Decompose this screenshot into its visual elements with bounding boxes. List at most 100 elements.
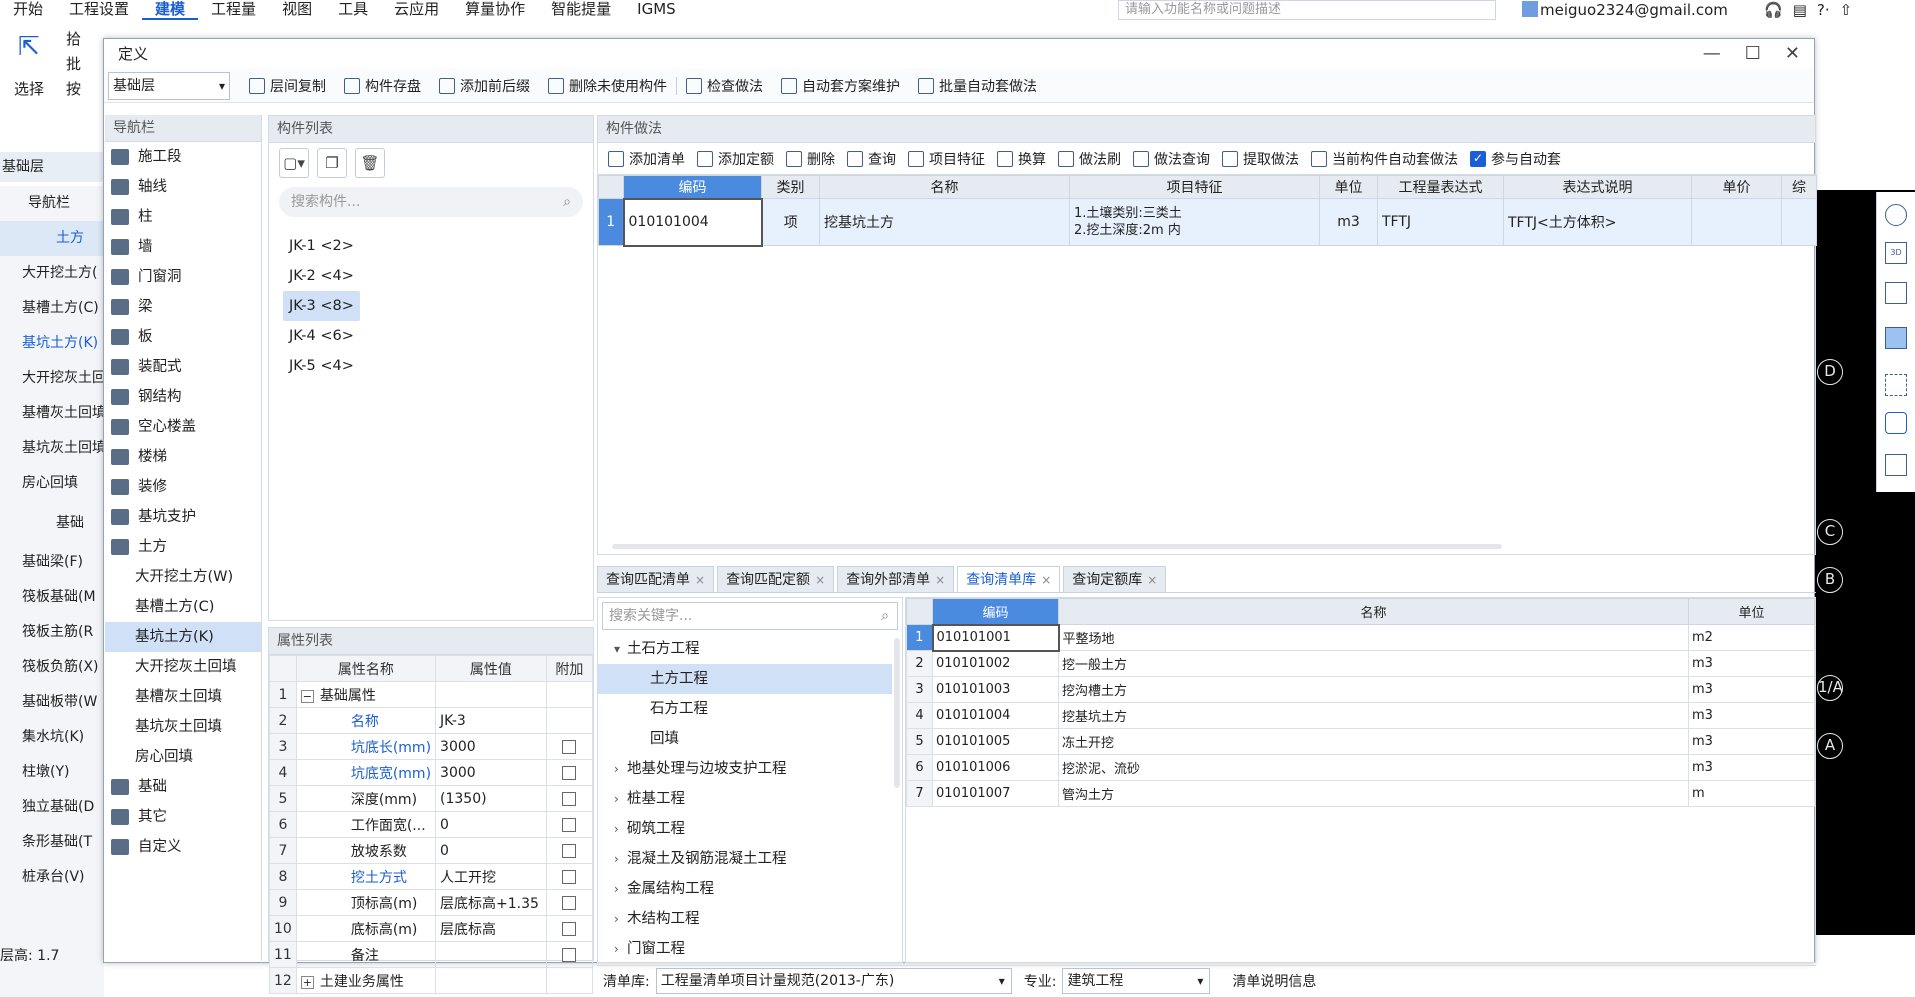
attr-value[interactable] xyxy=(435,941,547,968)
lib-code[interactable]: 010101002 xyxy=(932,650,1059,677)
lib-code[interactable]: 010101005 xyxy=(932,728,1059,755)
method-row[interactable]: 1 010101004 项挖基坑土方 1.土壤类别:三类土 2.挖土深度:2m 内 m3 T… xyxy=(598,197,1817,247)
attribute-row[interactable]: 7 放坡系数 0 xyxy=(269,837,594,864)
tree-node[interactable]: › 门窗工程 xyxy=(598,934,902,964)
tree-toggle-icon[interactable]: › xyxy=(614,814,624,844)
method-toolbar-button[interactable]: 换算 xyxy=(991,145,1052,173)
tab-close-icon[interactable]: × xyxy=(935,573,945,587)
component-item[interactable]: JK-1 <2> xyxy=(283,231,360,261)
ribbon-item-batch[interactable]: 批 xyxy=(66,53,81,74)
headset-icon[interactable]: 🎧 xyxy=(1764,0,1783,20)
tab-close-icon[interactable]: × xyxy=(815,573,825,587)
attr-checkbox[interactable] xyxy=(562,791,577,806)
user-account[interactable]: meiguo2324@gmail.com xyxy=(1522,0,1728,20)
tree-node[interactable]: ▾ 土石方工程 xyxy=(598,634,902,664)
lib-name[interactable]: 挖一般土方 xyxy=(1058,650,1689,677)
delete-component-button[interactable]: 🗑 xyxy=(355,148,385,178)
tree-toggle-icon[interactable]: › xyxy=(614,844,624,874)
bg-nav-item[interactable]: 基础板带(W xyxy=(0,685,104,720)
bg-group-earthwork[interactable]: 土方 xyxy=(0,221,104,256)
library-row[interactable]: 1 010101001 平整场地 m2 xyxy=(906,623,1815,652)
component-item[interactable]: JK-2 <4> xyxy=(283,261,360,291)
library-row[interactable]: 3 010101003 挖沟槽土方 m3 xyxy=(906,676,1815,703)
nav-item[interactable]: 梁 xyxy=(105,292,261,322)
bg-nav-item[interactable]: 集水坑(K) xyxy=(0,720,104,755)
bg-nav-item[interactable]: 基槽灰土回填 xyxy=(0,396,104,431)
bg-nav-item[interactable]: 桩承台(V) xyxy=(0,860,104,895)
tree-node[interactable]: › 地基处理与边坡支护工程 xyxy=(598,754,902,784)
menu-item[interactable]: 工程量 xyxy=(198,0,269,20)
nav-item[interactable]: 施工段 xyxy=(105,142,261,172)
attr-checkbox[interactable] xyxy=(562,765,577,780)
calendar-icon[interactable]: ▤ xyxy=(1793,0,1807,20)
lib-name[interactable]: 挖基坑土方 xyxy=(1058,702,1689,729)
nav-item[interactable]: 基坑土方(K) xyxy=(105,622,261,652)
lib-name[interactable]: 平整场地 xyxy=(1058,624,1689,651)
method-code[interactable]: 010101004 xyxy=(622,197,763,247)
method-toolbar-button[interactable]: 删除 xyxy=(780,145,841,173)
expand-toggle-icon[interactable]: − xyxy=(300,689,314,703)
tree-toggle-icon[interactable]: › xyxy=(614,874,624,904)
bg-nav-item[interactable]: 基坑土方(K) xyxy=(0,326,104,361)
attr-value[interactable]: 人工开挖 xyxy=(435,863,547,890)
nav-item[interactable]: 基坑支护 xyxy=(105,502,261,532)
lib-code[interactable]: 010101007 xyxy=(932,780,1059,807)
bg-nav-item[interactable]: 筏板主筋(R xyxy=(0,615,104,650)
shirt-icon[interactable]: ⇧ xyxy=(1840,0,1853,20)
nav-item[interactable]: 自定义 xyxy=(105,832,261,862)
attr-checkbox[interactable] xyxy=(562,739,577,754)
solid-cube-icon[interactable] xyxy=(1885,327,1907,349)
lib-code[interactable]: 010101006 xyxy=(932,754,1059,781)
bill-info-link[interactable]: 清单说明信息 xyxy=(1232,971,1316,991)
nav-item[interactable]: 楼梯 xyxy=(105,442,261,472)
method-toolbar-button[interactable]: 添加定额 xyxy=(691,145,780,173)
method-price[interactable] xyxy=(1691,198,1782,246)
attribute-row[interactable]: 11 备注 xyxy=(269,941,594,968)
toolbar-button[interactable]: 构件存盘 xyxy=(335,72,430,100)
method-feature[interactable]: 1.土壤类别:三类土 2.挖土深度:2m 内 xyxy=(1069,198,1320,246)
nav-item[interactable]: 墙 xyxy=(105,232,261,262)
attribute-row[interactable]: 8 挖土方式 人工开挖 xyxy=(269,863,594,890)
library-row[interactable]: 5 010101005 冻土开挖 m3 xyxy=(906,728,1815,755)
attribute-row[interactable]: 4 坑底宽(mm) 3000 xyxy=(269,759,594,786)
method-toolbar-button[interactable]: 项目特征 xyxy=(902,145,991,173)
lib-code[interactable]: 010101004 xyxy=(932,702,1059,729)
tab-close-icon[interactable]: × xyxy=(1041,573,1051,587)
attribute-row[interactable]: 9 顶标高(m) 层底标高+1.35 xyxy=(269,889,594,916)
attribute-row[interactable]: 1− 基础属性 xyxy=(269,681,594,708)
attribute-row[interactable]: 5 深度(mm) (1350) xyxy=(269,785,594,812)
menu-item[interactable]: 工具 xyxy=(325,0,381,20)
method-name[interactable]: 挖基坑土方 xyxy=(819,198,1070,246)
query-tab[interactable]: 查询定额库 × xyxy=(1063,566,1167,592)
tree-node[interactable]: 石方工程 xyxy=(598,694,902,724)
library-row[interactable]: 6 010101006 挖淤泥、流砂 m3 xyxy=(906,754,1815,781)
nav-item[interactable]: 钢结构 xyxy=(105,382,261,412)
tree-node[interactable]: › 桩基工程 xyxy=(598,784,902,814)
library-row[interactable]: 7 010101007 管沟土方 m xyxy=(906,780,1815,807)
cube-view-icon[interactable] xyxy=(1885,282,1907,304)
attr-checkbox[interactable] xyxy=(562,895,577,910)
tab-close-icon[interactable]: × xyxy=(695,573,705,587)
attr-value[interactable] xyxy=(435,681,547,708)
lib-unit[interactable]: m3 xyxy=(1688,728,1815,755)
toolbar-button[interactable]: 自动套方案维护 xyxy=(772,72,909,100)
attr-value[interactable]: JK-3 xyxy=(435,707,547,734)
lib-name[interactable]: 冻土开挖 xyxy=(1058,728,1689,755)
method-toolbar-button[interactable]: 当前构件自动套做法 xyxy=(1305,145,1464,173)
query-tab[interactable]: 查询匹配清单 × xyxy=(597,566,715,592)
attr-value[interactable] xyxy=(435,967,547,994)
tree-node[interactable]: 土方工程 xyxy=(598,664,892,694)
nav-item[interactable]: 房心回填 xyxy=(105,742,261,772)
3d-view-icon[interactable]: 3D xyxy=(1885,242,1907,264)
method-type[interactable]: 项 xyxy=(761,198,820,246)
menu-item[interactable]: 算量协作 xyxy=(452,0,538,20)
nav-item[interactable]: 空心楼盖 xyxy=(105,412,261,442)
attribute-row[interactable]: 10 底标高(m) 层底标高 xyxy=(269,915,594,942)
lib-name[interactable]: 挖淤泥、流砂 xyxy=(1058,754,1689,781)
menu-item[interactable]: 工程设置 xyxy=(56,0,142,20)
method-desc[interactable]: TFTJ<土方体积> xyxy=(1503,198,1692,246)
orbit-icon[interactable] xyxy=(1885,204,1907,226)
method-toolbar-button[interactable]: 查询 xyxy=(841,145,902,173)
tree-node[interactable]: › 砌筑工程 xyxy=(598,814,902,844)
bg-nav-item[interactable]: 基坑灰土回填 xyxy=(0,431,104,466)
